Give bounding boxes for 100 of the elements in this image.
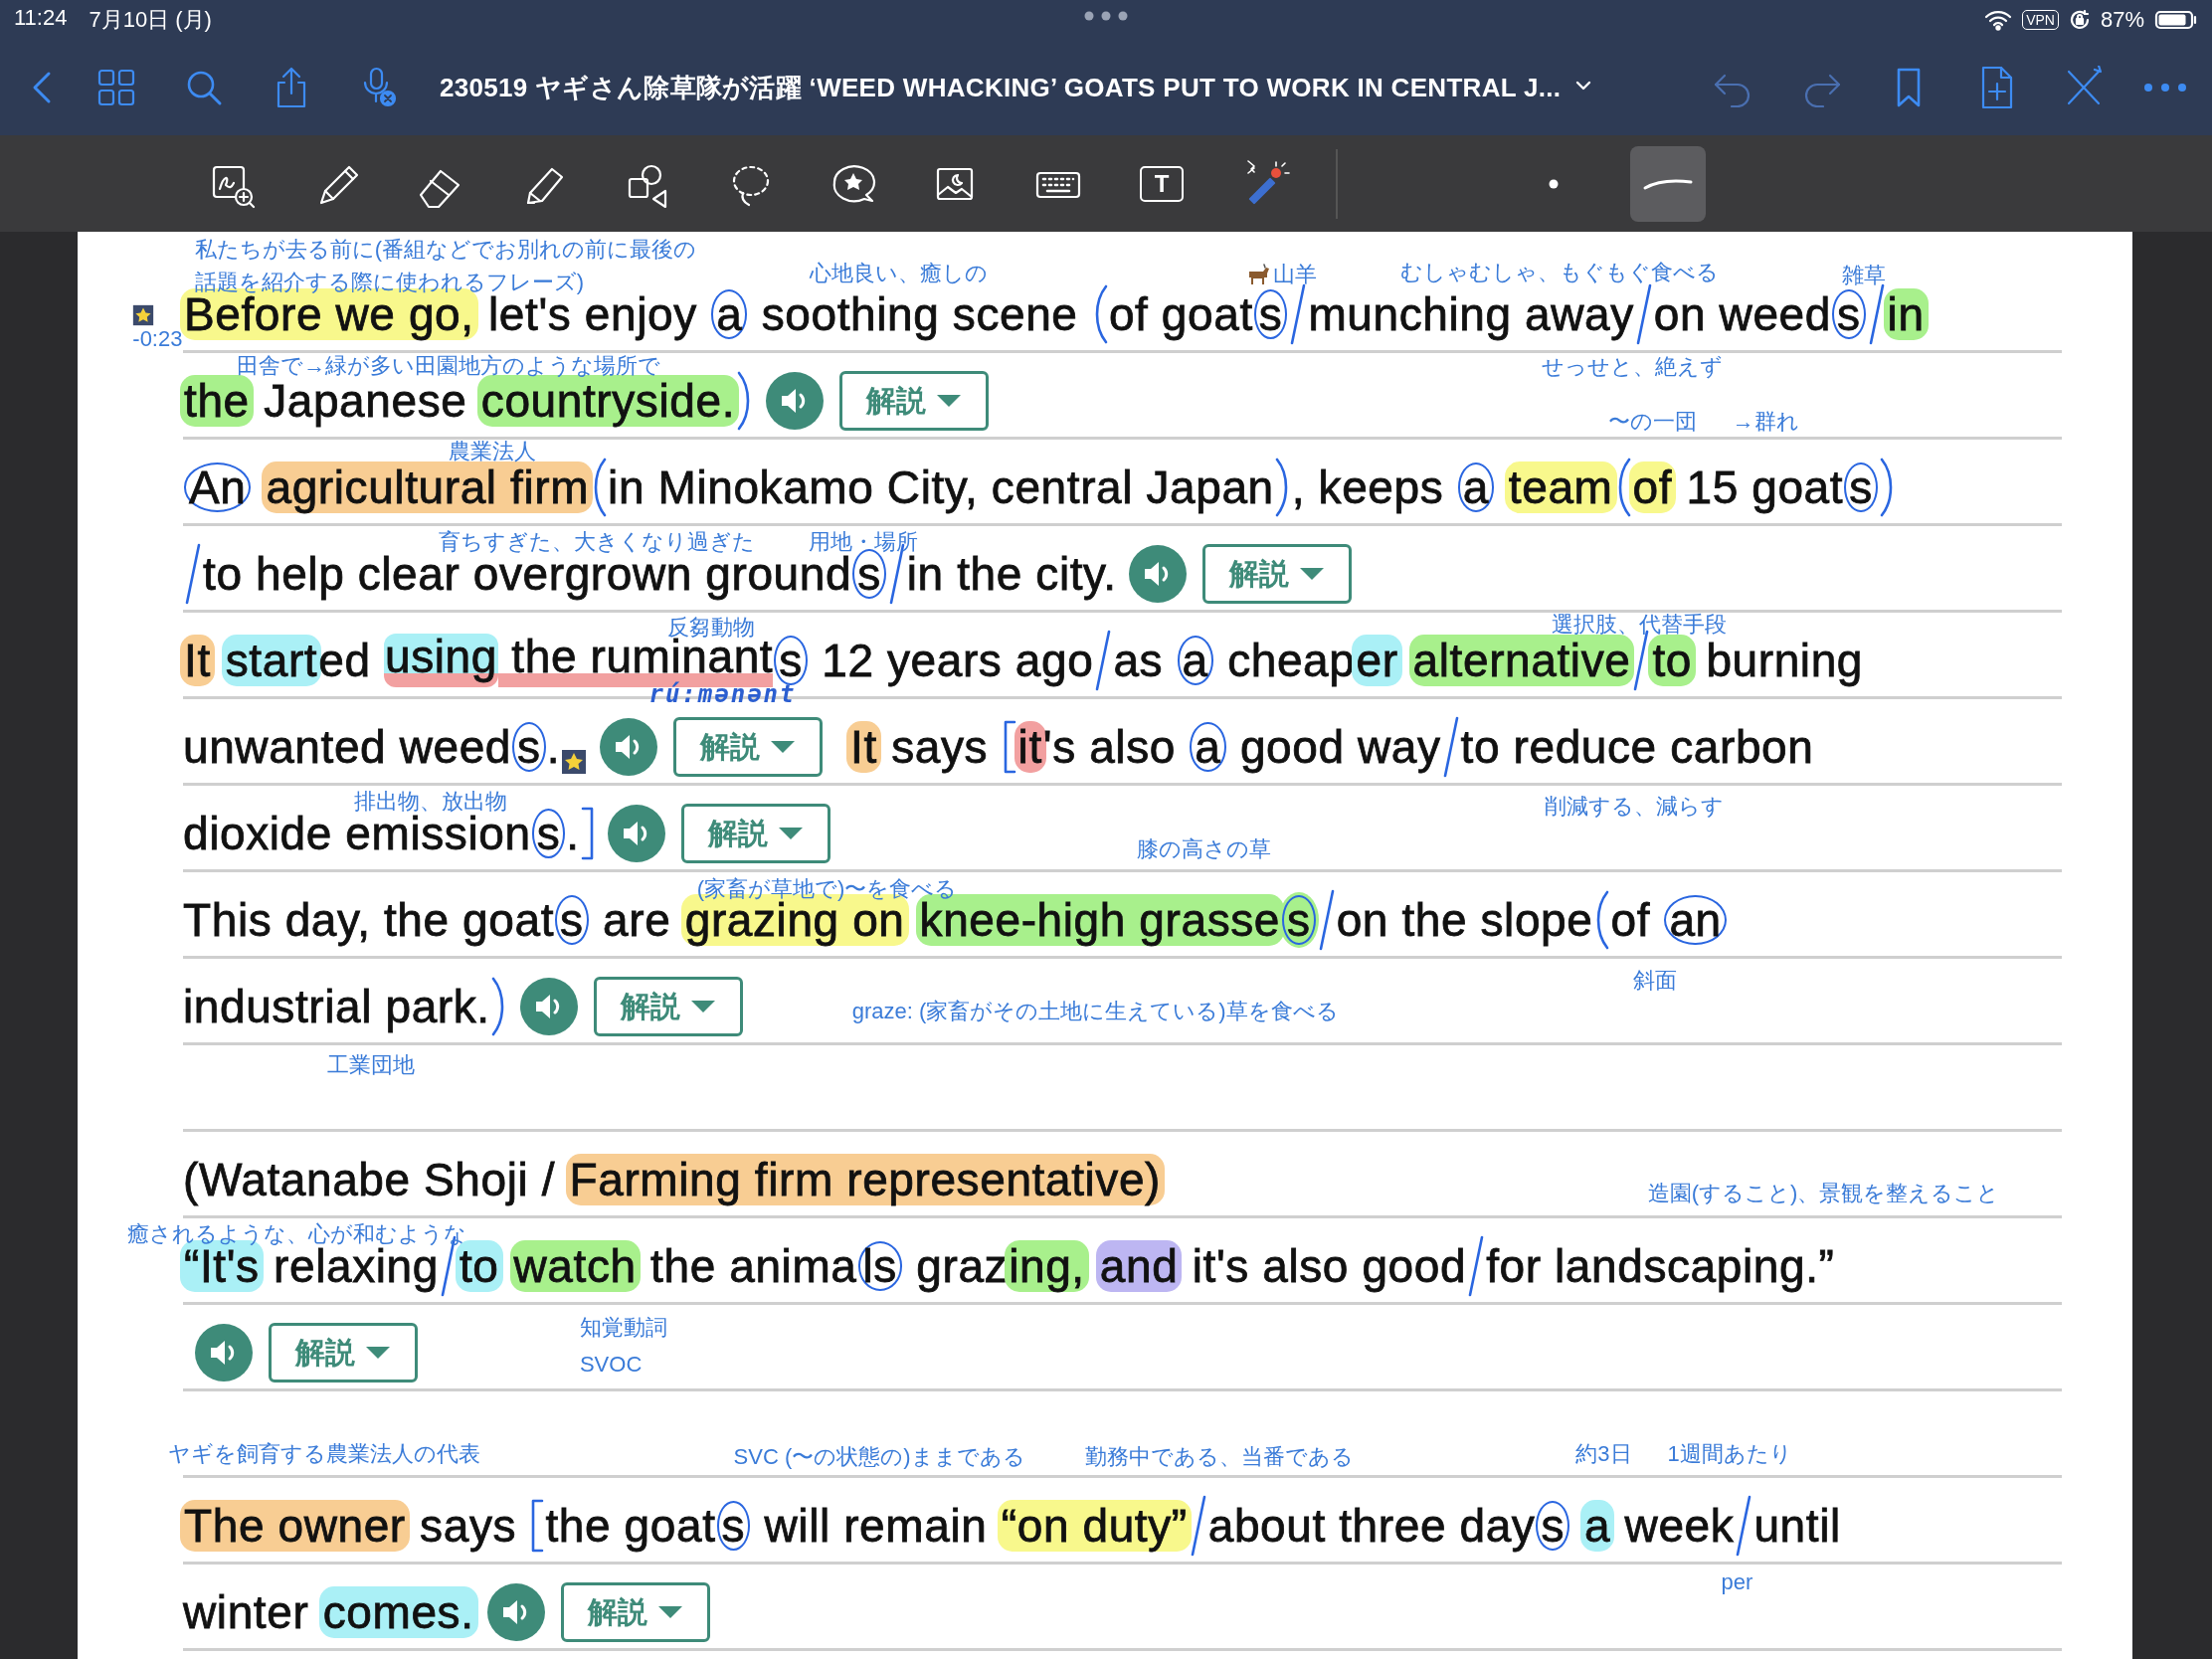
highlighted-text: er: [1355, 638, 1399, 683]
sentence-text: on weed: [1653, 291, 1831, 337]
audio-play-button[interactable]: [607, 805, 665, 862]
caret-icon: [689, 1000, 716, 1014]
audio-play-button[interactable]: [195, 1324, 253, 1382]
annotation-note: 癒されるような、心が和むような: [126, 1223, 466, 1246]
annotation-note: 膝の高さの草: [1137, 837, 1272, 860]
circled-word: s: [716, 1501, 751, 1551]
caret-icon: [1298, 567, 1325, 581]
caret-icon: [656, 1605, 683, 1619]
wifi-icon: [1984, 9, 2013, 31]
explanation-dropdown[interactable]: 解説: [269, 1323, 418, 1382]
annotation-note: 心地良い、癒しの: [810, 263, 989, 285]
circled-word: a: [1177, 636, 1213, 685]
circled-word: An: [184, 462, 252, 512]
explanation-dropdown[interactable]: 解説: [1201, 544, 1352, 604]
annotation-note: 削減する、減らす: [1545, 796, 1725, 819]
audio-play-button[interactable]: [766, 372, 825, 430]
ink-slash: [184, 542, 202, 606]
vpn-badge: VPN: [2022, 10, 2059, 30]
star-sticker-icon: [132, 304, 155, 327]
highlighted-text: to: [458, 1243, 500, 1289]
sentence-text: to reduce carbon: [1460, 724, 1814, 770]
annotation-note: →群れ: [1732, 411, 1799, 434]
ink-close-bracket: [580, 806, 595, 861]
annotation-note: 雑草: [1842, 264, 1887, 286]
annotation-note: per: [1721, 1571, 1753, 1594]
annotation-note: 私たちが去る前に(番組などでお別れの前に最後の: [194, 239, 697, 262]
annotation-note: せっせと、絶えず: [1542, 355, 1724, 378]
annotation-note: 知覚動詞: [579, 1316, 667, 1339]
highlighted-text: It: [849, 724, 878, 770]
explanation-dropdown[interactable]: 解説: [560, 1582, 710, 1642]
circled-word: an: [1664, 895, 1727, 945]
annotation-note: 工業団地: [327, 1053, 416, 1076]
sentence-text: as: [1113, 638, 1165, 683]
circled-word: a: [1457, 462, 1494, 512]
annotation-note: 斜面: [1633, 969, 1678, 992]
highlighted-text: team: [1507, 464, 1614, 510]
annotation-note: ヤギを飼育する農業法人の代表: [167, 1443, 480, 1466]
text-tool-button[interactable]: T: [1140, 165, 1184, 202]
caret-icon: [936, 394, 963, 408]
highlighted-text: alternative: [1411, 638, 1632, 683]
sentence-text: will remain: [763, 1503, 989, 1549]
ink-slash: [1189, 1494, 1207, 1558]
circled-word: s: [531, 809, 566, 858]
highlighted-text: to: [1651, 638, 1693, 683]
ink-slash: [1094, 629, 1113, 692]
caret-icon: [365, 1346, 391, 1360]
audio-timestamp: -0:23: [132, 328, 183, 351]
caret-icon: [777, 827, 804, 840]
sentence-text: .: [566, 811, 580, 856]
ink-slash: [1467, 1234, 1486, 1298]
annotation-note: 1週間あたり: [1667, 1443, 1792, 1466]
circled-word: s: [1253, 289, 1288, 339]
highlighted-text: the: [183, 378, 251, 424]
audio-play-button[interactable]: [486, 1583, 545, 1641]
circled-word: s: [1844, 462, 1878, 512]
circled-word: ls: [857, 1241, 902, 1291]
sentence-text: winter: [183, 1589, 310, 1635]
circled-word: s: [1831, 289, 1866, 339]
annotation-note: 育ちすぎた、大きくなり過ぎた: [439, 530, 756, 553]
audio-play-button[interactable]: [519, 978, 578, 1035]
highlighted-text: start: [224, 638, 319, 683]
annotation-note: 排出物、放出物: [354, 790, 507, 813]
battery-percent: 87%: [2100, 7, 2144, 33]
sentence-text: week: [1623, 1503, 1735, 1549]
sentence-text: dioxide emission: [183, 811, 531, 856]
document-title[interactable]: 230519 ヤギさん除草隊が活躍 ‘WEED WHACKING’ GOATS PUT TO WORK IN CENTRAL J...: [440, 70, 1562, 105]
annotation-note: SVOC: [579, 1353, 643, 1376]
sentence-text: 's also: [1042, 724, 1177, 770]
audio-play-button[interactable]: [1128, 545, 1187, 603]
highlighted-text: It: [183, 638, 212, 683]
sentence-text: of: [1610, 897, 1652, 943]
stroke-size-dot-icon[interactable]: [1548, 177, 1560, 190]
annotation-note: 農業法人: [449, 440, 537, 462]
caret-icon: [770, 740, 797, 754]
sentence-text: until: [1753, 1503, 1841, 1549]
circled-word: s: [1536, 1501, 1570, 1551]
chevron-down-icon[interactable]: [1574, 79, 1593, 92]
highlighted-text: The owner: [183, 1503, 407, 1549]
battery-icon: [2154, 9, 2198, 31]
ink-slash: [1441, 715, 1460, 779]
annotation-note: graze: (家畜がその土地に生えている)草を食べる: [851, 1000, 1339, 1022]
annotation-note: むしゃむしゃ、もぐもぐ食べる: [1400, 261, 1720, 283]
circled-word: a: [711, 289, 748, 339]
ink-open-bracket: [1002, 719, 1016, 775]
annotation-note: 勤務中である、当番である: [1084, 1446, 1354, 1469]
explanation-dropdown[interactable]: 解説: [673, 717, 824, 777]
status-date: 7月10日 (月): [89, 6, 212, 34]
sentence-text: ed: [318, 638, 372, 683]
ink-slash: [1317, 888, 1336, 952]
explanation-dropdown[interactable]: 解説: [839, 371, 990, 431]
annotation-note: 約3日: [1575, 1443, 1632, 1466]
multitask-dots-icon[interactable]: [1083, 10, 1129, 22]
explanation-dropdown[interactable]: 解説: [680, 804, 830, 863]
sentence-text: are: [602, 897, 672, 943]
audio-play-button[interactable]: [600, 718, 658, 776]
explanation-dropdown[interactable]: 解説: [593, 977, 743, 1036]
annotation-note: 山羊: [1273, 264, 1318, 286]
annotation-note: 選択肢、代替手段: [1552, 614, 1728, 637]
